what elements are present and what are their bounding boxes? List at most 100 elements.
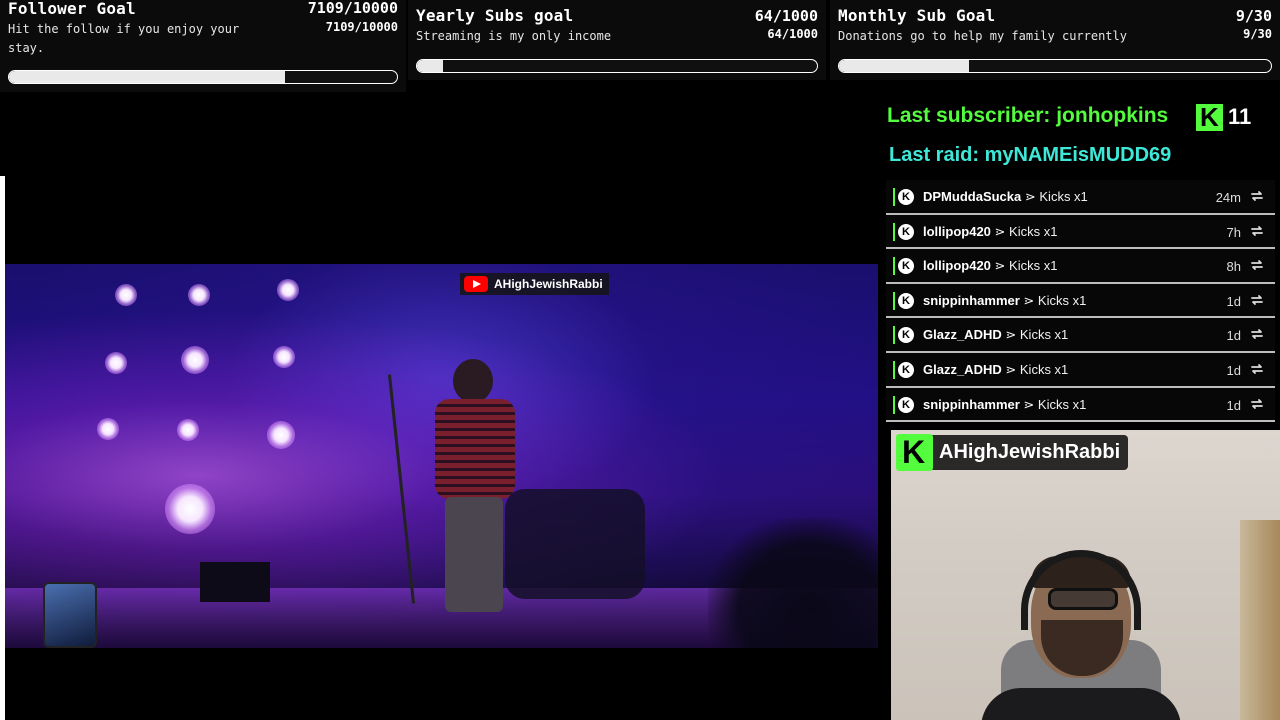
watermark-channel: AHighJewishRabbi — [494, 277, 603, 291]
feed-user: Glazz_ADHD ⋗ Kicks x1 — [923, 327, 1068, 343]
webcam-wall — [1240, 520, 1280, 720]
replay-icon[interactable] — [1249, 292, 1265, 308]
feed-item: K snippinhammer ⋗ Kicks x1 1d — [885, 283, 1275, 319]
replay-icon[interactable] — [1249, 361, 1265, 377]
feed-username: lollipop420 — [923, 258, 991, 274]
goal-count-small: 7109/10000 — [325, 20, 398, 34]
kick-badge-icon: K — [898, 361, 914, 378]
feed-time: 8h — [1226, 259, 1241, 275]
goal-count: 7109/10000 — [307, 0, 398, 17]
last-subscriber-label: Last subscriber: jonhopkins — [887, 104, 1169, 127]
feed-user: lollipop420 ⋗ Kicks x1 — [923, 224, 1057, 240]
goal-progress-bar — [416, 59, 818, 73]
goal-description: Streaming is my only income — [416, 29, 612, 43]
feed-item: K lollipop420 ⋗ Kicks x1 7h — [885, 214, 1275, 250]
feed-action: ⋗ Kicks x1 — [1005, 361, 1069, 377]
feed-user: lollipop420 ⋗ Kicks x1 — [923, 258, 1057, 274]
event-feed: K DPMuddaSucka ⋗ Kicks x1 24m K lollipop… — [885, 180, 1275, 423]
concert-video[interactable]: AHighJewishRabbi — [5, 264, 878, 648]
feed-time: 1d — [1226, 328, 1241, 344]
stage-light — [115, 284, 137, 306]
feed-user: DPMuddaSucka ⋗ Kicks x1 — [923, 189, 1088, 205]
subscriber-count: 11 — [1228, 104, 1252, 129]
feed-action: ⋗ Kicks x1 — [994, 258, 1058, 274]
kick-logo-icon: K — [896, 434, 933, 471]
performer — [415, 359, 525, 619]
follower-goal-widget: Follower Goal 7109/10000 Hit the follow … — [0, 0, 406, 92]
feed-action: ⋗ Kicks x1 — [1005, 327, 1069, 343]
streamer-body — [981, 688, 1181, 720]
feed-item: K lollipop420 ⋗ Kicks x1 8h — [885, 249, 1275, 284]
feed-accent-bar — [893, 360, 895, 379]
kick-logo-letter: K — [1200, 102, 1219, 132]
feed-username: DPMuddaSucka — [923, 189, 1022, 204]
performer-pants — [445, 497, 503, 612]
feed-item: K Glazz_ADHD ⋗ Kicks x1 1d — [885, 318, 1275, 353]
goal-count: 9/30 — [1235, 7, 1272, 25]
stage-light — [267, 421, 295, 449]
webcam-feed: K AHighJewishRabbi — [891, 430, 1280, 720]
feed-accent-bar — [893, 257, 895, 276]
stage-light — [277, 279, 299, 301]
feed-action: ⋗ Kicks x1 — [1023, 396, 1087, 412]
feed-action: ⋗ Kicks x1 — [1024, 189, 1088, 204]
goal-title: Yearly Subs goal — [416, 6, 574, 25]
goal-title: Monthly Sub Goal — [838, 6, 996, 25]
goal-progress-bar — [838, 59, 1272, 73]
feed-accent-bar — [893, 222, 895, 241]
yearly-subs-goal-widget: Yearly Subs goal 64/1000 Streaming is my… — [408, 0, 826, 80]
mic-stand — [387, 374, 416, 604]
youtube-watermark: AHighJewishRabbi — [460, 273, 609, 295]
feed-time: 1d — [1226, 293, 1241, 309]
feed-time: 7h — [1226, 224, 1241, 240]
feed-item: K DPMuddaSucka ⋗ Kicks x1 24m — [885, 180, 1275, 215]
amplifier — [200, 562, 270, 602]
audience-silhouette — [708, 518, 878, 648]
last-raid-label: Last raid: myNAMEisMUDD69 — [889, 144, 1172, 166]
feed-accent-bar — [893, 326, 895, 345]
stage-light — [97, 418, 119, 440]
replay-icon[interactable] — [1249, 257, 1265, 273]
kick-logo-icon: K — [1196, 104, 1223, 131]
youtube-icon — [464, 276, 488, 292]
goal-count: 64/1000 — [754, 7, 818, 25]
drum-kit — [505, 489, 645, 599]
kick-badge-icon: K — [898, 189, 914, 205]
stage-light — [105, 352, 127, 374]
feed-username: snippinhammer — [923, 396, 1020, 412]
goal-count-small: 64/1000 — [767, 27, 818, 41]
stage-light — [181, 346, 209, 374]
performer-head — [453, 359, 493, 403]
stage-light — [273, 346, 295, 368]
feed-user: Glazz_ADHD ⋗ Kicks x1 — [923, 362, 1068, 378]
feed-username: Glazz_ADHD — [923, 361, 1002, 377]
goal-progress-bar — [8, 70, 398, 84]
stage-light — [177, 419, 199, 441]
feed-action: ⋗ Kicks x1 — [1023, 292, 1087, 308]
replay-icon[interactable] — [1249, 326, 1265, 342]
goal-description: Hit the follow if you enjoy your stay. — [8, 22, 240, 55]
feed-username: Glazz_ADHD — [923, 327, 1002, 343]
feed-item: K Glazz_ADHD ⋗ Kicks x1 1d — [885, 352, 1275, 388]
goal-progress-fill — [417, 60, 443, 72]
kick-logo-letter: K — [902, 434, 926, 470]
monthly-sub-goal-widget: Monthly Sub Goal 9/30 Donations go to he… — [830, 0, 1280, 80]
goal-title: Follower Goal — [8, 0, 136, 18]
replay-icon[interactable] — [1249, 223, 1265, 239]
feed-time: 1d — [1226, 397, 1241, 413]
feed-accent-bar — [893, 395, 895, 414]
kick-badge-icon: K — [898, 223, 914, 240]
goal-progress-fill — [9, 71, 285, 83]
replay-icon[interactable] — [1249, 396, 1265, 412]
goal-description: Donations go to help my family currently — [838, 29, 1127, 43]
feed-user: snippinhammer ⋗ Kicks x1 — [923, 293, 1086, 309]
streamer-name: AHighJewishRabbi — [939, 441, 1121, 463]
kick-badge-icon: K — [898, 396, 914, 413]
goal-progress-fill — [839, 60, 969, 72]
replay-icon[interactable] — [1249, 188, 1265, 204]
feed-user: snippinhammer ⋗ Kicks x1 — [923, 397, 1086, 413]
feed-time: 1d — [1226, 362, 1241, 378]
feed-username: lollipop420 — [923, 223, 991, 239]
kick-badge-icon: K — [898, 258, 914, 275]
feed-action: ⋗ Kicks x1 — [994, 223, 1058, 239]
